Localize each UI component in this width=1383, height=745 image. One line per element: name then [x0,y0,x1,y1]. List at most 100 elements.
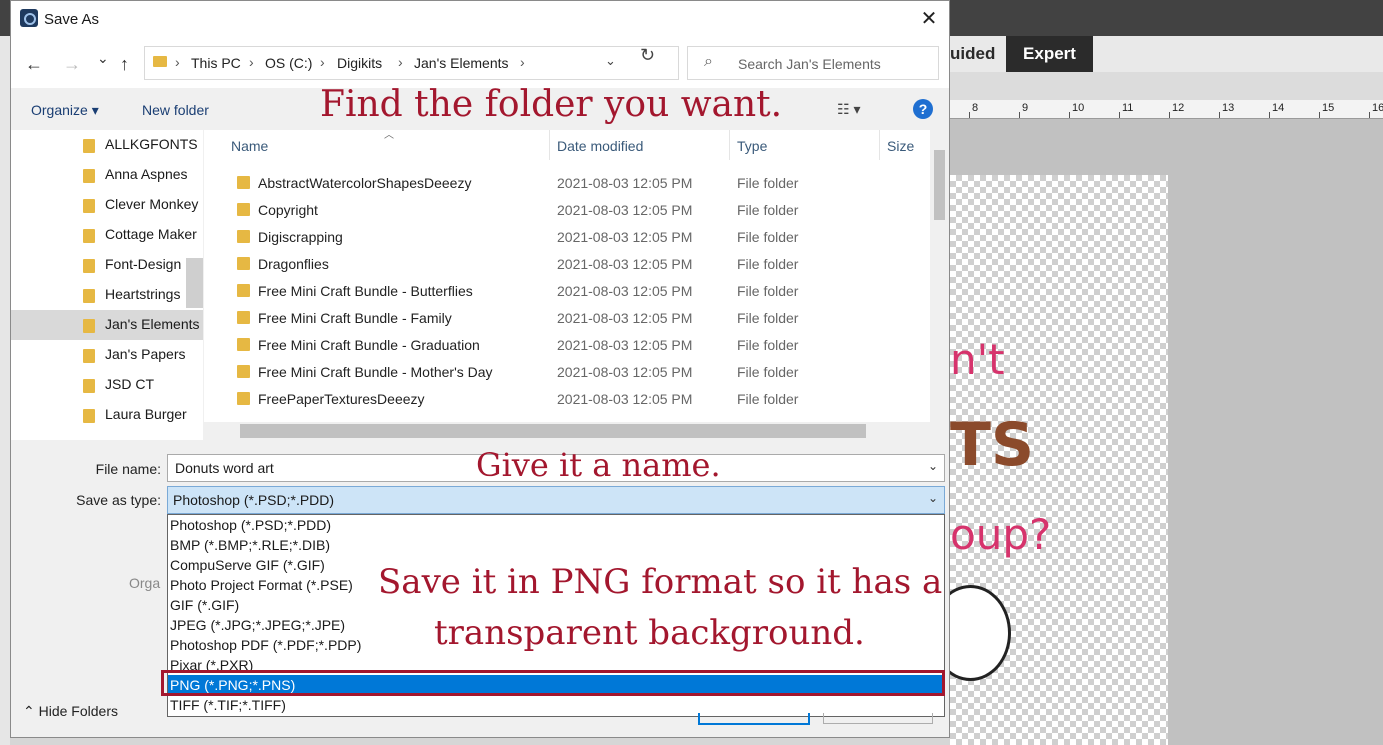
file-row[interactable]: Free Mini Craft Bundle - Graduation 2021-… [204,332,929,359]
save-as-type-select[interactable]: Photoshop (*.PSD;*.PDD) ⌄ [167,486,945,514]
recent-locations-chevron-icon[interactable]: ⌄ [97,50,109,67]
ruler-number: 9 [1022,102,1029,114]
nav-tree-item[interactable]: Jan's Papers [11,340,203,370]
horizontal-scrollbar[interactable] [204,422,949,440]
file-type-option[interactable]: TIFF (*.TIF;*.TIFF) [168,695,944,715]
file-row[interactable]: Copyright 2021-08-03 12:05 PM File folder [204,197,929,224]
chevron-down-icon[interactable]: ⌄ [928,491,938,505]
nav-tree-item-label: Jan's Elements [105,316,200,332]
file-type-option[interactable]: Photoshop (*.PSD;*.PDD) [168,515,944,535]
nav-tree-item[interactable]: Cottage Maker [11,220,203,250]
breadcrumb-separator[interactable]: › [520,54,525,70]
ruler-number: 8 [972,102,979,114]
search-icon: ⌕ [704,53,713,70]
column-divider[interactable] [879,130,880,160]
nav-tree-item[interactable]: Heartstrings [11,280,203,310]
document-canvas[interactable]: n't TS oup? [930,175,1168,745]
nav-tree-item[interactable]: Laura Burger [11,400,203,430]
close-button[interactable]: ✕ [909,1,949,38]
column-header-size[interactable]: Size [887,138,914,154]
ruler-number: 14 [1272,102,1285,114]
breadcrumb-separator[interactable]: › [320,54,325,70]
file-row[interactable]: AbstractWatercolorShapesDeeezy 2021-08-03… [204,170,929,197]
nav-tree-item-label: Cottage Maker [105,226,197,242]
breadcrumb-jans-elements[interactable]: Jan's Elements [414,55,509,71]
file-row[interactable]: Free Mini Craft Bundle - Mother's Day 202… [204,359,929,386]
mode-tab-guided[interactable]: uided [950,36,1005,72]
folder-icon [237,365,250,378]
file-name-cell: Digiscrapping [258,229,343,245]
address-bar[interactable]: › This PC › OS (C:) › Digikits › Jan's E… [144,46,679,80]
breadcrumb-this-pc[interactable]: This PC [191,55,241,71]
column-header-date-modified[interactable]: Date modified [557,138,643,154]
column-header-name[interactable]: Name [231,138,268,154]
vertical-scrollbar[interactable] [930,130,949,422]
navigation-bar: ← → ⌄ ↑ › This PC › OS (C:) › Digikits ›… [11,38,949,88]
chevron-down-icon[interactable]: ⌄ [928,459,938,473]
nav-tree-item[interactable]: Font-Design [11,250,203,280]
file-date-cell: 2021-08-03 12:05 PM [557,229,693,245]
navigation-pane[interactable]: ALLKGFONTS Anna Aspnes Clever Monkey Cottag… [11,130,203,440]
annotation-png-line-1: Save it in PNG format so it has a [378,562,943,602]
file-type-option[interactable]: BMP (*.BMP;*.RLE;*.DIB) [168,535,944,555]
breadcrumb-separator[interactable]: › [398,54,403,70]
sort-ascending-icon: ︿ [384,130,394,141]
vertical-scroll-thumb[interactable] [934,150,945,220]
nav-tree-item[interactable]: Clever Monkey [11,190,203,220]
ruler-tick [1219,112,1220,118]
folder-icon [237,338,250,351]
breadcrumb-digikits[interactable]: Digikits [337,55,382,71]
up-arrow-icon[interactable]: ↑ [120,54,129,75]
help-icon[interactable]: ? [913,99,933,119]
column-header-type[interactable]: Type [737,138,767,154]
file-row[interactable]: Dragonflies 2021-08-03 12:05 PM File folde… [204,251,929,278]
file-row[interactable]: Free Mini Craft Bundle - Family 2021-08-0… [204,305,929,332]
file-row[interactable]: Free Mini Craft Bundle - Butterflies 2021… [204,278,929,305]
back-arrow-icon[interactable]: ← [25,54,43,75]
organize-button[interactable]: Organize ▾ [31,102,99,119]
nav-tree-item[interactable]: Anna Aspnes [11,160,203,190]
new-folder-button[interactable]: New folder [142,102,209,118]
nav-tree-item-label: JSD CT [105,376,154,392]
file-row[interactable]: FreePaperTexturesDeeezy 2021-08-03 12:05 … [204,386,929,413]
ruler-tick [1319,112,1320,118]
search-input[interactable]: ⌕ Search Jan's Elements [687,46,939,80]
file-list[interactable]: ︿ Name Date modified Type Size AbstractW… [204,130,949,440]
nav-tree-item[interactable]: Jan's Elements [11,310,203,340]
ruler-tick [1169,112,1170,118]
ruler-tick [1069,112,1070,118]
horizontal-ruler: 8 9 10 11 12 13 14 15 16 [950,100,1383,119]
horizontal-scroll-thumb[interactable] [240,424,866,438]
view-options-icon[interactable]: ☷ ▾ [837,101,860,118]
column-divider[interactable] [729,130,730,160]
folder-icon [83,319,95,333]
hide-folders-button[interactable]: ⌃ Hide Folders [23,703,118,720]
column-divider[interactable] [549,130,550,160]
nav-tree-item[interactable]: ALLKGFONTS [11,130,203,160]
folder-icon [237,230,250,243]
folder-icon [237,284,250,297]
annotation-png-line-2: transparent background. [434,613,865,653]
mode-tab-expert[interactable]: Expert [1006,36,1093,72]
cancel-button[interactable] [823,713,933,724]
file-date-cell: 2021-08-03 12:05 PM [557,283,693,299]
refresh-icon[interactable]: ↻ [640,45,655,66]
navigation-pane-scrollbar[interactable] [186,258,203,308]
ruler-number: 16 [1372,102,1383,114]
file-row[interactable]: Digiscrapping 2021-08-03 12:05 PM File fol… [204,224,929,251]
dialog-title: Save As [44,11,100,28]
save-button[interactable] [698,713,810,725]
breadcrumb-separator[interactable]: › [249,54,254,70]
breadcrumb-separator[interactable]: › [175,54,180,70]
nav-tree-item[interactable]: JSD CT [11,370,203,400]
ruler-number: 13 [1222,102,1235,114]
file-date-cell: 2021-08-03 12:05 PM [557,391,693,407]
save-as-type-label: Save as type: [76,492,161,508]
file-date-cell: 2021-08-03 12:05 PM [557,337,693,353]
file-date-cell: 2021-08-03 12:05 PM [557,310,693,326]
folder-icon [237,311,250,324]
forward-arrow-icon[interactable]: → [63,54,81,75]
folder-icon [83,409,95,423]
address-dropdown-chevron-icon[interactable]: ⌄ [605,53,616,69]
breadcrumb-os-c[interactable]: OS (C:) [265,55,312,71]
